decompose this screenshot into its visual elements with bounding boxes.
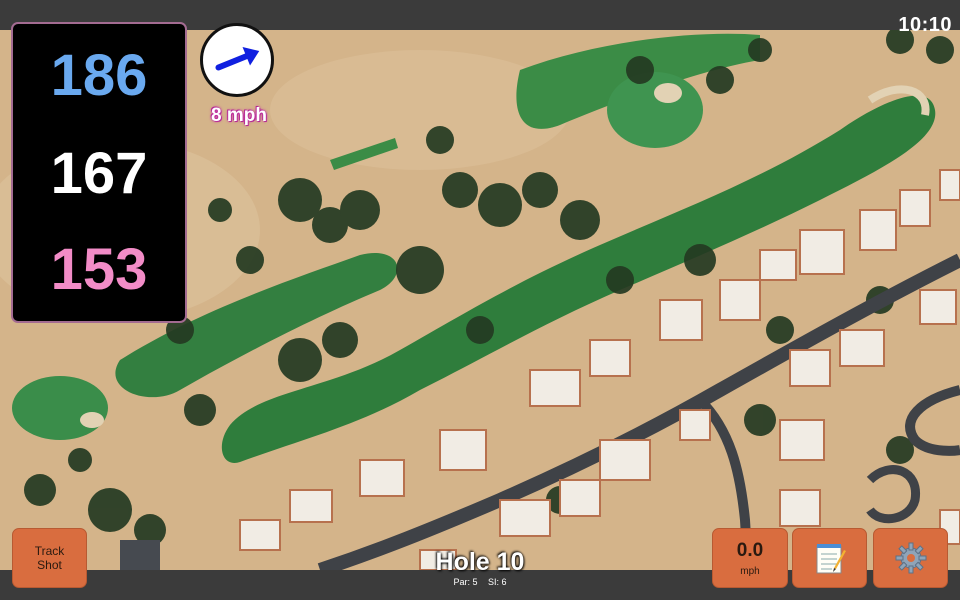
green-left (12, 376, 108, 440)
back-distance: 186 (50, 43, 148, 108)
notepad-icon (816, 544, 846, 574)
front-distance: 153 (50, 237, 148, 302)
gear-icon (895, 542, 926, 574)
track-shot-label-line2: Shot (37, 558, 62, 572)
middle-distance: 167 (50, 141, 148, 206)
hole-stroke-index: SI: 6 (488, 577, 507, 587)
hole-par: Par: 5 (453, 577, 478, 587)
green (607, 72, 703, 148)
hole-info: Par: 5 SI: 6 (380, 577, 580, 587)
track-shot-label-line1: Track (34, 544, 65, 558)
hole-title: Hole 10 (435, 548, 525, 576)
notes-button[interactable] (792, 528, 867, 588)
parking-lot (120, 540, 160, 570)
wind-speed: 8 mph (211, 105, 267, 126)
speed-unit: mph (740, 565, 760, 577)
distance-panel: 186 167 153 (11, 22, 187, 323)
settings-button[interactable] (873, 528, 948, 588)
speed-button[interactable]: 0.0 mph (712, 528, 788, 588)
track-shot-button[interactable]: Track Shot (12, 528, 87, 588)
bunker (654, 83, 682, 103)
speed-value: 0.0 (736, 539, 764, 561)
wind-indicator (200, 23, 274, 97)
clock: 10:10 (898, 14, 952, 36)
wind-arrow-icon (215, 46, 260, 71)
bunker (80, 412, 104, 428)
